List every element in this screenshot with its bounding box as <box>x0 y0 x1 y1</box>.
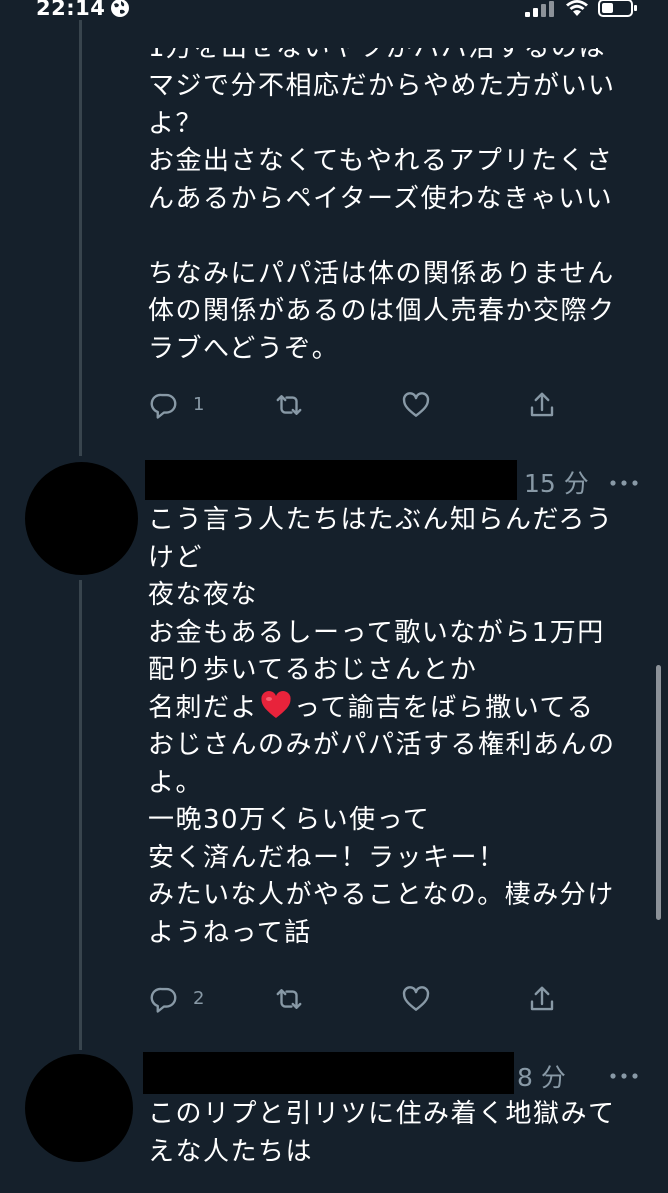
reply-icon <box>150 393 177 419</box>
red-heart-emoji <box>260 690 292 720</box>
redacted-username <box>145 460 517 500</box>
wifi-icon <box>565 0 589 17</box>
share-icon <box>530 986 554 1011</box>
tweet-timestamp: 8 分 <box>517 1063 566 1092</box>
share-icon <box>530 392 554 417</box>
like-button[interactable] <box>401 984 431 1014</box>
more-options-icon[interactable] <box>610 1073 638 1079</box>
retweet-button[interactable] <box>274 390 304 420</box>
status-time: 22:14 <box>36 0 106 20</box>
more-options-icon[interactable] <box>610 480 638 486</box>
tweet-timestamp: 15 分 <box>524 469 589 498</box>
cellular-signal-icon <box>525 1 555 17</box>
like-button[interactable] <box>401 390 431 420</box>
heart-icon <box>402 986 430 1011</box>
thread-line <box>79 580 82 1050</box>
share-button[interactable] <box>527 984 557 1014</box>
scrollbar[interactable] <box>656 665 661 920</box>
tweet-text: マジで分不相応だからやめた方がいい よ？ お金出さなくてもやれるアプリたくさ ん… <box>148 71 616 364</box>
status-bar: 22:14 <box>0 0 668 22</box>
thread-line <box>79 20 82 456</box>
reply-icon <box>150 987 177 1013</box>
avatar[interactable] <box>25 1054 133 1162</box>
retweet-icon <box>276 395 302 415</box>
redacted-username <box>143 1052 514 1094</box>
share-button[interactable] <box>527 390 557 420</box>
reply-count: 2 <box>193 988 205 1009</box>
tweet-text: こう言う人たちはたぶん知らんだろう けど 夜な夜な お金もあるしーって歌いながら… <box>148 502 638 952</box>
reply-button[interactable] <box>149 390 179 420</box>
tweet-text-part: って諭吉をばら撒いてる おじさんのみがパパ活する権利あんの よ。 一晩30万くら… <box>148 692 616 948</box>
battery-icon <box>598 0 638 17</box>
heart-icon <box>402 392 430 417</box>
tweet-text: このリプと引リツに住み着く地獄みて えな人たちは <box>148 1099 616 1167</box>
retweet-icon <box>276 989 302 1009</box>
avatar[interactable] <box>25 462 138 575</box>
retweet-button[interactable] <box>274 984 304 1014</box>
tweet-text-clipped: 1万を出せないヤツがパパ活するのは <box>148 33 607 63</box>
tweet-text-part: こう言う人たちはたぶん知らんだろう けど 夜な夜な お金もあるしーって歌いながら… <box>148 505 614 723</box>
reply-button[interactable] <box>149 984 179 1014</box>
globe-icon <box>110 0 130 18</box>
reply-count: 1 <box>193 394 205 415</box>
